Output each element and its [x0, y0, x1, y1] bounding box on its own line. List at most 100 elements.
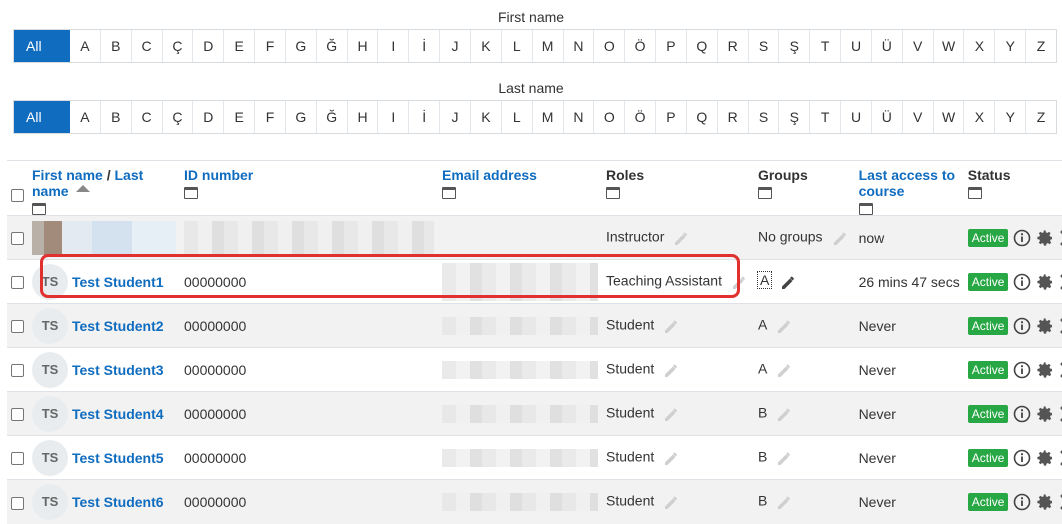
- select-all-checkbox[interactable]: [11, 189, 24, 202]
- first-name-filter-letter[interactable]: B: [99, 30, 131, 62]
- edit-group-pencil-icon[interactable]: [775, 492, 795, 512]
- collapse-column-icon[interactable]: [184, 187, 198, 199]
- edit-group-pencil-icon[interactable]: [775, 360, 795, 380]
- last-name-filter-letter[interactable]: X: [963, 101, 994, 133]
- first-name-filter-letter[interactable]: J: [439, 30, 470, 62]
- edit-group-pencil-icon[interactable]: [775, 404, 795, 424]
- user-name-link[interactable]: Test Student2: [72, 318, 164, 334]
- gear-icon[interactable]: [1036, 405, 1054, 423]
- info-icon[interactable]: [1013, 317, 1031, 335]
- collapse-column-icon[interactable]: [757, 187, 772, 199]
- last-name-filter-letter[interactable]: N: [562, 101, 594, 133]
- row-select-checkbox[interactable]: [11, 408, 24, 422]
- last-name-filter-letter[interactable]: S: [747, 101, 779, 133]
- first-name-filter-letter[interactable]: Z: [1025, 30, 1056, 62]
- last-name-filter-letter[interactable]: Y: [994, 101, 1025, 133]
- sort-first-name-link[interactable]: First name: [32, 167, 103, 183]
- sort-email-link[interactable]: Email address: [442, 167, 537, 183]
- first-name-filter-letter[interactable]: C: [130, 30, 162, 62]
- gear-icon[interactable]: [1036, 361, 1054, 379]
- user-name-link[interactable]: Test Student6: [72, 494, 164, 510]
- collapse-column-icon[interactable]: [606, 187, 620, 199]
- last-name-filter-letter[interactable]: D: [192, 101, 223, 133]
- row-select-checkbox[interactable]: [11, 496, 24, 510]
- last-name-filter-letter[interactable]: Ç: [161, 101, 193, 133]
- last-name-filter-letter[interactable]: F: [254, 101, 285, 133]
- last-name-filter-letter[interactable]: Q: [685, 101, 717, 133]
- gear-icon[interactable]: [1036, 493, 1054, 511]
- first-name-filter-letter[interactable]: G: [284, 30, 316, 62]
- edit-group-pencil-icon[interactable]: [831, 228, 851, 248]
- last-name-filter-letter[interactable]: İ: [408, 101, 439, 133]
- first-name-filter-letter[interactable]: A: [70, 30, 100, 62]
- first-name-filter-letter[interactable]: V: [901, 30, 933, 62]
- row-select-checkbox[interactable]: [11, 452, 24, 466]
- last-name-filter-letter[interactable]: R: [716, 101, 748, 133]
- last-name-filter-letter[interactable]: H: [346, 101, 378, 133]
- first-name-filter-letter[interactable]: İ: [408, 30, 439, 62]
- first-name-filter-all[interactable]: All: [14, 30, 70, 62]
- first-name-filter-letter[interactable]: I: [377, 30, 408, 62]
- last-name-filter-all[interactable]: All: [14, 101, 70, 133]
- last-name-filter-letter[interactable]: A: [70, 101, 100, 133]
- row-select-checkbox[interactable]: [11, 276, 24, 290]
- last-name-filter-letter[interactable]: C: [130, 101, 162, 133]
- info-icon[interactable]: [1013, 273, 1031, 291]
- last-name-filter-letter[interactable]: Ü: [870, 101, 902, 133]
- first-name-filter-letter[interactable]: Ğ: [315, 30, 347, 62]
- first-name-filter-letter[interactable]: E: [223, 30, 254, 62]
- sort-last-access-link[interactable]: Last access to course: [859, 167, 956, 199]
- first-name-filter-letter[interactable]: S: [747, 30, 779, 62]
- first-name-filter-letter[interactable]: X: [963, 30, 994, 62]
- sort-id-number-link[interactable]: ID number: [184, 167, 253, 183]
- first-name-filter-letter[interactable]: N: [562, 30, 594, 62]
- user-name-link[interactable]: Test Student5: [72, 450, 164, 466]
- last-name-filter-letter[interactable]: M: [531, 101, 563, 133]
- last-name-filter-letter[interactable]: G: [284, 101, 316, 133]
- last-name-filter-letter[interactable]: Ö: [624, 101, 655, 133]
- gear-icon[interactable]: [1036, 273, 1054, 291]
- first-name-filter-letter[interactable]: Ü: [870, 30, 902, 62]
- last-name-filter-letter[interactable]: I: [377, 101, 408, 133]
- edit-group-pencil-icon[interactable]: [775, 316, 795, 336]
- edit-role-pencil-icon[interactable]: [662, 448, 682, 468]
- first-name-filter-letter[interactable]: Ş: [778, 30, 809, 62]
- sort-ascending-icon[interactable]: [76, 185, 91, 192]
- last-name-filter-letter[interactable]: T: [809, 101, 840, 133]
- user-name-link[interactable]: Test Student3: [72, 362, 164, 378]
- last-name-filter-letter[interactable]: K: [469, 101, 501, 133]
- last-name-filter-letter[interactable]: U: [840, 101, 871, 133]
- first-name-filter-letter[interactable]: D: [192, 30, 223, 62]
- first-name-filter-letter[interactable]: Ö: [624, 30, 655, 62]
- row-select-checkbox[interactable]: [11, 320, 24, 334]
- first-name-filter-letter[interactable]: K: [469, 30, 501, 62]
- row-select-checkbox[interactable]: [11, 232, 24, 246]
- first-name-filter-letter[interactable]: R: [716, 30, 748, 62]
- first-name-filter-letter[interactable]: P: [655, 30, 686, 62]
- collapse-column-icon[interactable]: [32, 203, 46, 215]
- first-name-filter-letter[interactable]: U: [840, 30, 871, 62]
- first-name-filter-letter[interactable]: L: [500, 30, 532, 62]
- last-name-filter-letter[interactable]: B: [99, 101, 131, 133]
- user-name-link[interactable]: Test Student4: [72, 406, 164, 422]
- info-icon[interactable]: [1013, 405, 1031, 423]
- gear-icon[interactable]: [1036, 449, 1054, 467]
- info-icon[interactable]: [1013, 449, 1031, 467]
- edit-role-pencil-icon[interactable]: [662, 316, 682, 336]
- first-name-filter-letter[interactable]: M: [531, 30, 563, 62]
- last-name-filter-letter[interactable]: O: [593, 101, 624, 133]
- first-name-filter-letter[interactable]: W: [932, 30, 964, 62]
- collapse-column-icon[interactable]: [967, 187, 982, 199]
- first-name-filter-letter[interactable]: T: [809, 30, 840, 62]
- edit-role-pencil-icon[interactable]: [662, 404, 682, 424]
- first-name-filter-letter[interactable]: O: [593, 30, 624, 62]
- row-select-checkbox[interactable]: [11, 364, 24, 378]
- last-name-filter-letter[interactable]: W: [932, 101, 964, 133]
- last-name-filter-letter[interactable]: Z: [1025, 101, 1056, 133]
- edit-group-pencil-icon[interactable]: [775, 448, 795, 468]
- gear-icon[interactable]: [1036, 229, 1054, 247]
- last-name-filter-letter[interactable]: Ş: [778, 101, 809, 133]
- last-name-filter-letter[interactable]: L: [500, 101, 532, 133]
- last-name-filter-letter[interactable]: E: [223, 101, 254, 133]
- user-name-link[interactable]: Test Student1: [72, 274, 164, 290]
